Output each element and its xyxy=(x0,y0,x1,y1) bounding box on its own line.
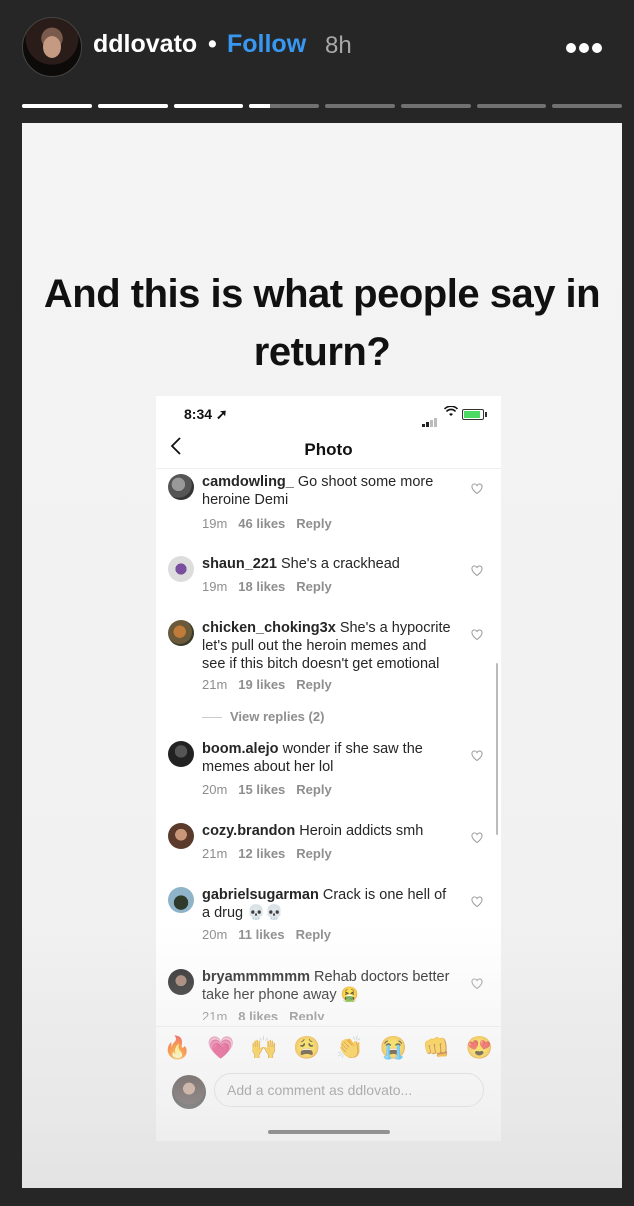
comment-meta: 20m 15 likes Reply xyxy=(202,782,332,797)
heart-icon[interactable] xyxy=(471,629,483,641)
progress-segment xyxy=(22,104,92,108)
comments-list[interactable]: camdowling_ Go shoot some more heroine D… xyxy=(156,468,501,1020)
progress-segment xyxy=(97,104,168,108)
likes-count[interactable]: 11 likes xyxy=(238,927,284,942)
commenter-avatar[interactable] xyxy=(168,823,194,849)
follow-button[interactable]: Follow xyxy=(227,30,306,59)
comment-composer xyxy=(156,1071,501,1117)
comment-meta: 19m 18 likes Reply xyxy=(202,579,332,594)
emoji-quick-bar: 🔥 💗 🙌 😩 👏 😭 👊 😍 xyxy=(156,1026,501,1069)
scrollbar[interactable] xyxy=(496,663,498,835)
progress-segment xyxy=(249,104,319,108)
comment-username[interactable]: chicken_choking3x xyxy=(202,620,336,636)
progress-segment xyxy=(476,104,547,108)
emoji-button[interactable]: 😍 xyxy=(466,1035,493,1061)
emoji-button[interactable]: 👊 xyxy=(423,1035,450,1061)
battery-icon xyxy=(462,409,487,420)
story-headline: And this is what people say in return? xyxy=(43,272,601,374)
nav-title: Photo xyxy=(304,440,353,459)
likes-count[interactable]: 18 likes xyxy=(238,579,285,594)
comment-username[interactable]: gabrielsugarman xyxy=(202,887,319,903)
comment-meta: 21m 19 likes Reply xyxy=(202,677,332,692)
status-time: 8:34 ➚ xyxy=(184,406,228,422)
comment-username[interactable]: bryammmmmm xyxy=(202,969,310,985)
emoji-button[interactable]: 😭 xyxy=(379,1035,406,1061)
comment-username[interactable]: shaun_221 xyxy=(202,556,277,572)
more-options-icon[interactable] xyxy=(566,40,606,54)
commenter-avatar[interactable] xyxy=(168,741,194,767)
likes-count[interactable]: 12 likes xyxy=(238,846,285,861)
emoji-button[interactable]: 😩 xyxy=(293,1035,320,1061)
story-progress-bar xyxy=(22,104,622,108)
comment-username[interactable]: boom.alejo xyxy=(202,741,279,757)
comment-meta: 20m 11 likes Reply xyxy=(202,927,331,942)
username[interactable]: ddlovato xyxy=(93,30,197,59)
commenter-avatar[interactable] xyxy=(168,620,194,646)
my-avatar xyxy=(172,1075,206,1109)
heart-icon[interactable] xyxy=(471,978,483,990)
reply-button[interactable]: Reply xyxy=(296,579,331,594)
reply-button[interactable]: Reply xyxy=(296,927,331,942)
commenter-avatar[interactable] xyxy=(168,887,194,913)
home-indicator[interactable] xyxy=(268,1130,390,1134)
emoji-button[interactable]: 💗 xyxy=(207,1035,234,1061)
progress-fill xyxy=(97,104,168,108)
heart-icon[interactable] xyxy=(471,483,483,495)
heart-icon[interactable] xyxy=(471,750,483,762)
comment-meta: 19m 46 likes Reply xyxy=(202,516,332,531)
story-header: ddlovato • Follow 8h xyxy=(0,0,634,95)
progress-segment xyxy=(400,104,471,108)
heart-icon[interactable] xyxy=(471,565,483,577)
location-arrow-icon: ➚ xyxy=(215,406,228,422)
progress-fill xyxy=(173,104,244,108)
likes-count[interactable]: 15 likes xyxy=(238,782,285,797)
progress-segment xyxy=(552,104,622,108)
likes-count[interactable]: 8 likes xyxy=(238,1009,278,1020)
signal-icon xyxy=(422,409,438,427)
post-time: 8h xyxy=(325,32,352,59)
status-bar: 8:34 ➚ xyxy=(156,396,501,430)
commenter-avatar[interactable] xyxy=(168,556,194,582)
reply-button[interactable]: Reply xyxy=(296,516,331,531)
emoji-button[interactable]: 🙌 xyxy=(250,1035,277,1061)
commenter-avatar[interactable] xyxy=(168,474,194,500)
commenter-avatar[interactable] xyxy=(168,969,194,995)
comment-meta: 21m 8 likes Reply xyxy=(202,1009,335,1020)
heart-icon[interactable] xyxy=(471,896,483,908)
reply-button[interactable]: Reply xyxy=(296,846,331,861)
comment-input[interactable] xyxy=(214,1073,484,1107)
comment-username[interactable]: camdowling_ xyxy=(202,474,294,490)
comment-text: cozy.brandon Heroin addicts smh xyxy=(202,823,424,839)
separator-dot: • xyxy=(208,30,217,58)
view-replies-link[interactable]: View replies (2) xyxy=(202,709,324,724)
emoji-button[interactable]: 🔥 xyxy=(164,1035,191,1061)
comment-text: shaun_221 She's a crackhead xyxy=(202,556,400,572)
progress-segment xyxy=(325,104,395,108)
comment-username[interactable]: cozy.brandon xyxy=(202,823,295,839)
progress-fill xyxy=(249,104,271,108)
profile-avatar[interactable] xyxy=(22,17,82,77)
heart-icon[interactable] xyxy=(471,832,483,844)
comment-text: chicken_choking3x She's a hypocrite let'… xyxy=(202,620,451,672)
likes-count[interactable]: 46 likes xyxy=(238,516,285,531)
reply-button[interactable]: Reply xyxy=(289,1009,324,1020)
comment-text: camdowling_ Go shoot some more heroine D… xyxy=(202,474,434,508)
progress-fill xyxy=(22,104,92,108)
story-card[interactable]: And this is what people say in return? 8… xyxy=(22,123,622,1188)
comment-meta: 21m 12 likes Reply xyxy=(202,846,332,861)
emoji-button[interactable]: 👏 xyxy=(336,1035,363,1061)
comment-text: boom.alejo wonder if she saw the memes a… xyxy=(202,741,423,775)
avatar-face xyxy=(43,36,61,58)
comment-text: bryammmmmm Rehab doctors better take her… xyxy=(202,969,450,1003)
reply-button[interactable]: Reply xyxy=(296,782,331,797)
nav-bar: Photo xyxy=(156,430,501,469)
embedded-screenshot: 8:34 ➚ Photo camdowling_ Go shoot some m… xyxy=(156,396,501,1141)
likes-count[interactable]: 19 likes xyxy=(238,677,285,692)
comment-text: gabrielsugarman Crack is one hell of a d… xyxy=(202,887,447,921)
wifi-icon xyxy=(443,405,459,420)
progress-segment xyxy=(173,104,244,108)
reply-button[interactable]: Reply xyxy=(296,677,331,692)
